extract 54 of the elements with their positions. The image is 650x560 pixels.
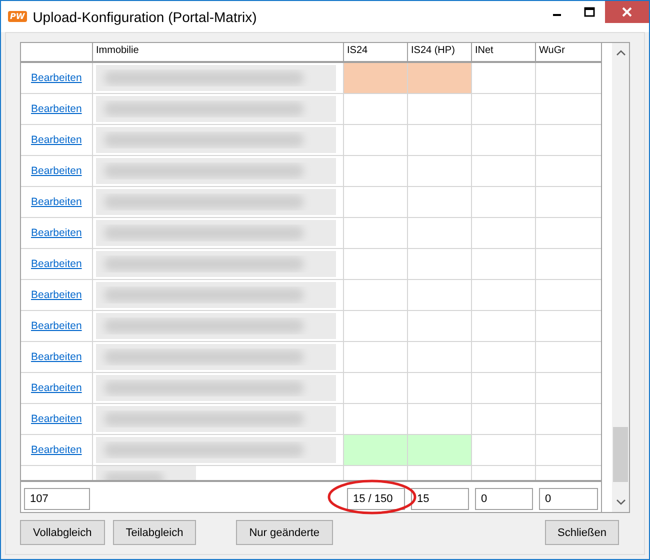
table-cell — [472, 311, 536, 342]
table-cell — [472, 156, 536, 187]
edit-link[interactable]: Bearbeiten — [31, 72, 82, 84]
close-button[interactable] — [605, 1, 649, 23]
status-cell — [408, 125, 472, 156]
status-cell — [408, 249, 472, 280]
edit-link[interactable]: Bearbeiten — [31, 134, 82, 146]
table-cell — [472, 280, 536, 311]
total-field: 0 — [475, 488, 533, 510]
scroll-thumb[interactable] — [613, 427, 628, 482]
edit-link[interactable]: Bearbeiten — [31, 413, 82, 425]
action-button[interactable]: Teilabgleich — [112, 520, 196, 545]
total-field: 0 — [539, 488, 598, 510]
total-field: 15 — [411, 488, 469, 510]
close-icon[interactable] — [621, 6, 633, 18]
status-cell — [408, 94, 472, 125]
scroll-down-icon[interactable] — [616, 498, 626, 506]
table-cell — [472, 63, 536, 94]
edit-link[interactable]: Bearbeiten — [31, 320, 82, 332]
status-cell — [408, 218, 472, 249]
status-cell — [408, 404, 472, 435]
table-cell — [472, 249, 536, 280]
edit-link[interactable]: Bearbeiten — [31, 382, 82, 394]
status-cell — [408, 311, 472, 342]
table-cell — [472, 373, 536, 404]
edit-link[interactable]: Bearbeiten — [31, 351, 82, 363]
table-cell — [472, 218, 536, 249]
count-field: 107 — [24, 488, 90, 510]
edit-link[interactable]: Bearbeiten — [31, 165, 82, 177]
table-cell — [472, 94, 536, 125]
status-cell — [408, 342, 472, 373]
action-button[interactable]: Vollabgleich — [20, 520, 105, 545]
status-cell — [408, 187, 472, 218]
maximize-icon[interactable] — [584, 7, 594, 17]
scrollbar[interactable] — [612, 43, 629, 512]
action-button[interactable]: Schließen — [544, 520, 620, 545]
edit-link[interactable]: Bearbeiten — [31, 103, 82, 115]
edit-link[interactable]: Bearbeiten — [31, 258, 82, 270]
window-title: Upload-Konfiguration (Portal-Matrix) — [32, 8, 257, 24]
table-cell — [472, 187, 536, 218]
action-button[interactable]: Nur geänderte — [236, 520, 333, 545]
table-cell — [472, 125, 536, 156]
total-field: 15 / 150 — [347, 488, 405, 510]
table-cell — [472, 404, 536, 435]
edit-link[interactable]: Bearbeiten — [31, 196, 82, 208]
table-cell — [472, 342, 536, 373]
app-logo: PW — [8, 11, 27, 22]
status-cell — [408, 373, 472, 404]
status-cell — [408, 156, 472, 187]
edit-link[interactable]: Bearbeiten — [31, 227, 82, 239]
edit-link[interactable]: Bearbeiten — [31, 444, 82, 456]
scroll-up-icon[interactable] — [616, 49, 626, 57]
status-cell — [408, 280, 472, 311]
edit-link[interactable]: Bearbeiten — [31, 289, 82, 301]
